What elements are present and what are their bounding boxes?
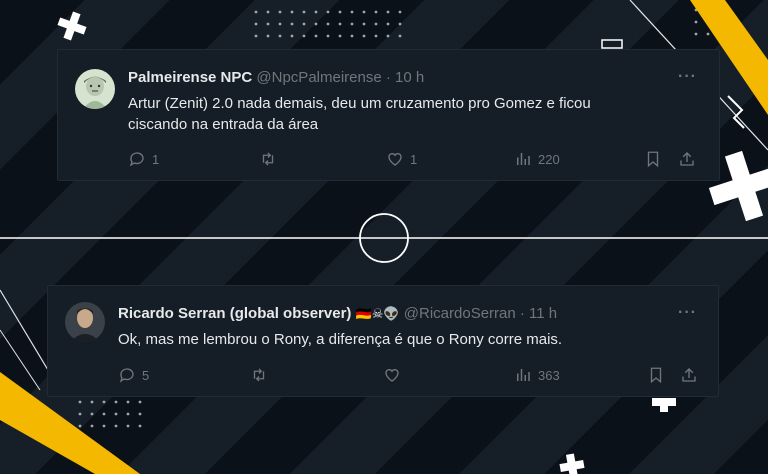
retweet-button[interactable] (258, 150, 278, 168)
bookmark-icon (650, 367, 662, 384)
tweet-text: Ok, mas me lembrou o Rony, a diferença é… (118, 329, 708, 350)
tweet-text-line: Ok, mas me lembrou o Rony, a diferença é… (118, 331, 563, 348)
retweet-icon (253, 368, 265, 382)
like-button[interactable] (383, 366, 401, 384)
retweet-button[interactable] (249, 366, 269, 384)
tweet-text-line: ciscando na entrada da área (128, 116, 319, 133)
reply-icon (129, 152, 144, 167)
more-options-icon[interactable]: ··· (678, 68, 697, 86)
bookmark-button[interactable] (648, 366, 664, 384)
share-button[interactable] (678, 150, 696, 168)
avatar[interactable] (65, 302, 105, 342)
like-count: 1 (410, 151, 418, 167)
bookmark-icon (647, 151, 659, 168)
views-chart-icon (517, 369, 530, 381)
retweet-icon (262, 152, 274, 166)
reply-icon (119, 368, 134, 383)
tweet-text-line: Artur (Zenit) 2.0 nada demais, deu um cr… (128, 95, 591, 112)
name-badges: 🇩🇪☠👽 (355, 306, 400, 321)
views-button[interactable]: 220 (514, 150, 560, 168)
tweet-text: Artur (Zenit) 2.0 nada demais, deu um cr… (128, 93, 708, 135)
share-icon (680, 152, 694, 166)
view-count: 363 (538, 367, 560, 383)
author-handle[interactable]: @RicardoSerran (404, 305, 516, 322)
author-handle[interactable]: @NpcPalmeirense (256, 69, 381, 86)
tweet-time[interactable]: · 10 h (386, 69, 424, 86)
author-name[interactable]: Ricardo Serran (global observer) (118, 305, 351, 322)
views-button[interactable]: 363 (514, 366, 560, 384)
share-icon (682, 368, 696, 382)
npc-avatar-icon (75, 69, 115, 109)
like-button[interactable]: 1 (386, 150, 417, 168)
tweet-header: Palmeirense NPC @NpcPalmeirense · 10 h (128, 69, 424, 86)
views-chart-icon (517, 153, 530, 165)
tweet-card[interactable]: Palmeirense NPC @NpcPalmeirense · 10 h ·… (57, 49, 720, 181)
reply-count: 5 (142, 367, 150, 383)
profile-photo-icon (65, 302, 105, 342)
heart-icon (388, 153, 402, 166)
share-button[interactable] (680, 366, 698, 384)
tweet-header: Ricardo Serran (global observer) 🇩🇪☠👽 @R… (118, 305, 557, 322)
tweet-time[interactable]: · 11 h (520, 305, 557, 322)
tweet-card[interactable]: Ricardo Serran (global observer) 🇩🇪☠👽 @R… (47, 285, 719, 397)
more-options-icon[interactable]: ··· (678, 304, 697, 322)
view-count: 220 (538, 151, 560, 167)
avatar[interactable] (75, 69, 115, 109)
heart-icon (385, 369, 399, 382)
bookmark-button[interactable] (645, 150, 661, 168)
reply-button[interactable]: 5 (118, 366, 149, 384)
reply-count: 1 (152, 151, 160, 167)
reply-button[interactable]: 1 (128, 150, 159, 168)
author-name[interactable]: Palmeirense NPC (128, 69, 252, 86)
